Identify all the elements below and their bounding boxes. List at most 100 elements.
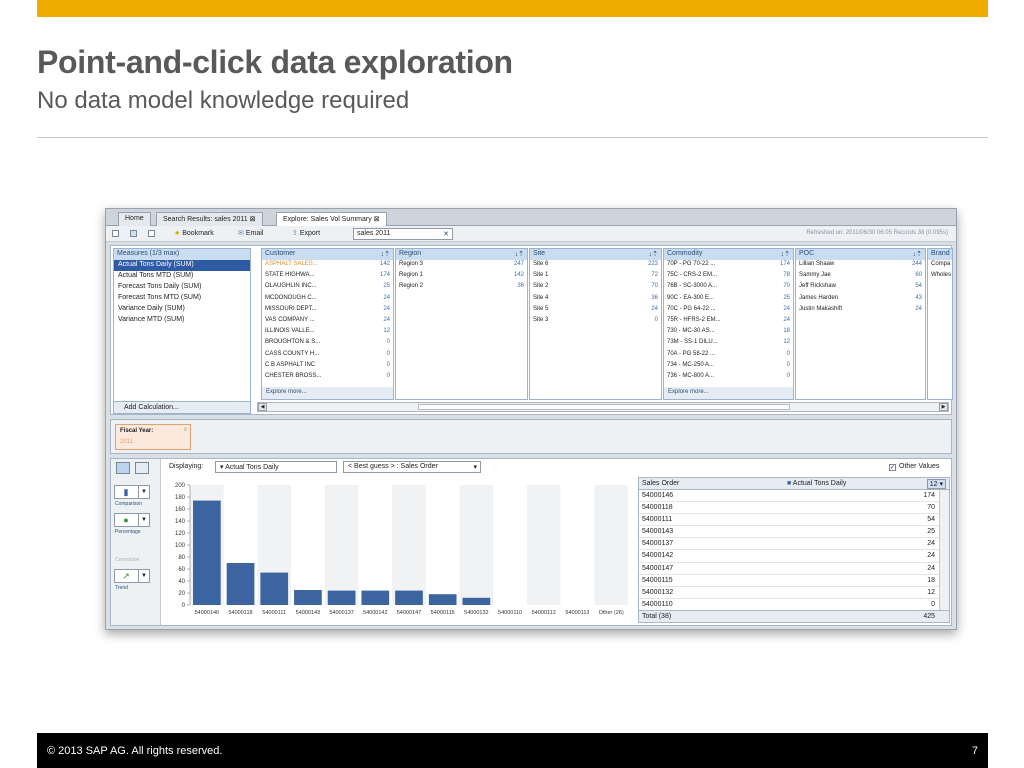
chevron-down-icon[interactable]: ▼ (138, 486, 149, 498)
facet-value[interactable]: Site 3 0 (530, 316, 661, 327)
facet-value[interactable]: Sammy Jae 60 (796, 271, 925, 282)
facet-value[interactable]: 70P - PG 70-22 ... 174 (664, 260, 793, 271)
horizontal-scrollbar[interactable]: ◀ ▶ (257, 402, 949, 412)
tab-home[interactable]: Home (118, 212, 151, 226)
facet-value[interactable]: Region 3 247 (396, 260, 527, 271)
scroll-thumb[interactable] (418, 404, 790, 410)
sort-icon[interactable]: ↓⇡ (781, 250, 790, 258)
table-view-icon[interactable] (135, 462, 149, 474)
facet-value[interactable]: 734 - MC-250 A... 0 (664, 361, 793, 372)
table-row[interactable]: 54000137 24 (639, 538, 949, 551)
sort-icon[interactable]: ↓⇡ (913, 250, 922, 258)
explore-more-link[interactable]: Explore more... (262, 387, 393, 399)
measure-item[interactable]: Variance MTD (SUM) (114, 315, 250, 326)
percentage-button[interactable]: ● ▼ (114, 513, 150, 527)
fiscal-year-filter[interactable]: Fiscal Year: 2011 x (115, 424, 191, 450)
facet-value[interactable]: 730 - MC-30 AS... 18 (664, 327, 793, 338)
facet-value[interactable]: Wholes (928, 271, 952, 282)
facet-value[interactable]: Site 1 72 (530, 271, 661, 282)
scroll-right-icon[interactable]: ▶ (939, 403, 948, 411)
scroll-left-icon[interactable]: ◀ (258, 403, 267, 411)
checkbox-icon[interactable]: ✓ (889, 464, 896, 471)
facet-value[interactable]: 75R - HFRS-2 EM... 24 (664, 316, 793, 327)
measure-item[interactable]: Forecast Tons MTD (SUM) (114, 293, 250, 304)
table-row[interactable]: 54000142 24 (639, 550, 949, 563)
facet-value[interactable]: CHESTER BROSS... 0 (262, 372, 393, 383)
vertical-scrollbar[interactable] (939, 490, 949, 610)
measure-item[interactable]: Actual Tons Daily (SUM) (114, 260, 250, 271)
table-row[interactable]: 54000115 18 (639, 575, 949, 587)
comparison-button[interactable]: ▮ ▼ (114, 485, 150, 499)
facet-value[interactable]: 70A - PG 58-22 ... 0 (664, 350, 793, 361)
chevron-down-icon[interactable]: ▼ (138, 570, 149, 582)
table-row[interactable]: 54000118 70 (639, 502, 949, 515)
facet-value[interactable]: 90C - EA-300 E... 25 (664, 294, 793, 305)
facet-value[interactable]: STATE HIGHWA... 174 (262, 271, 393, 282)
email-button[interactable]: ✉ Email (238, 229, 263, 237)
table-row[interactable]: 54000111 54 (639, 514, 949, 527)
chart-view-icon[interactable] (116, 462, 130, 474)
clear-icon[interactable]: ✕ (443, 230, 449, 238)
table-row[interactable]: 54000143 25 (639, 526, 949, 539)
facet-value[interactable]: Site 5 24 (530, 305, 661, 316)
measure-dropdown[interactable]: ▾ Actual Tons Daily (215, 461, 337, 473)
close-icon[interactable]: x (184, 427, 187, 433)
facet-value[interactable]: Region 2 36 (396, 282, 527, 293)
close-icon[interactable]: ⊠ (374, 216, 380, 223)
column-header-sales-order[interactable]: Sales Order (642, 480, 679, 487)
tab-explore[interactable]: Explore: Sales Vol Summary ⊠ (276, 212, 387, 226)
facet-header[interactable]: Region ↓⇡ (396, 249, 527, 260)
measure-item[interactable]: Forecast Tons Daily (SUM) (114, 282, 250, 293)
facet-header[interactable]: Customer ↓⇡ (262, 249, 393, 260)
facet-value[interactable]: Site 6 223 (530, 260, 661, 271)
column-header-actual-tons[interactable]: ■ Actual Tons Daily (787, 480, 846, 487)
other-values-checkbox[interactable]: ✓ Other Values (889, 463, 939, 471)
facet-header[interactable]: Brand (928, 249, 952, 260)
facet-value[interactable]: C B ASPHALT INC 0 (262, 361, 393, 372)
facet-value[interactable]: ILLINOIS VALLE... 12 (262, 327, 393, 338)
grid-view-icon[interactable] (130, 230, 137, 237)
table-row[interactable]: 54000146 174 (639, 490, 949, 503)
trend-button[interactable]: ↗ ▼ (114, 569, 150, 583)
list-view-icon[interactable] (148, 230, 155, 237)
facet-header[interactable]: Commodity ↓⇡ (664, 249, 793, 260)
view-toggle-icon[interactable] (112, 230, 119, 237)
sort-icon[interactable]: ↓⇡ (649, 250, 658, 258)
dimension-dropdown[interactable]: < Best guess > : Sales Order ▾ (343, 461, 481, 473)
sort-icon[interactable]: ↓⇡ (381, 250, 390, 258)
facet-value[interactable]: Compa (928, 260, 952, 271)
sort-dropdown[interactable]: 12 ▾ (926, 479, 946, 489)
facet-value[interactable]: 73M - SS-1 DILU... 12 (664, 338, 793, 349)
facet-value[interactable]: BROUGHTON & S... 0 (262, 338, 393, 349)
close-icon[interactable]: ⊠ (250, 216, 256, 223)
facet-value[interactable]: OLAUGHLIN INC... 25 (262, 282, 393, 293)
export-button[interactable]: ⇪ Export (292, 229, 320, 237)
bookmark-button[interactable]: ★ Bookmark (174, 229, 214, 237)
sort-icon[interactable]: ↓⇡ (515, 250, 524, 258)
table-row[interactable]: 54000132 12 (639, 587, 949, 599)
facet-value[interactable]: 75C - CRS-2 EM... 78 (664, 271, 793, 282)
facet-value[interactable]: CASS COUNTY H... 0 (262, 350, 393, 361)
add-calculation-button[interactable]: Add Calculation... (114, 401, 250, 413)
facet-value[interactable]: Lillian Shaaw 244 (796, 260, 925, 271)
search-input[interactable]: sales 2011 ✕ (353, 228, 453, 240)
facet-value[interactable]: 76B - SC-3000 A... 70 (664, 282, 793, 293)
facet-header[interactable]: Site ↓⇡ (530, 249, 661, 260)
facet-value[interactable]: Region 1 142 (396, 271, 527, 282)
measure-item[interactable]: Variance Daily (SUM) (114, 304, 250, 315)
facet-value[interactable]: 736 - MC-800 A... 0 (664, 372, 793, 383)
facet-value[interactable]: MISSOURI DEPT... 24 (262, 305, 393, 316)
facet-header[interactable]: POC ↓⇡ (796, 249, 925, 260)
facet-value[interactable]: James Harden 43 (796, 294, 925, 305)
facet-value[interactable]: Site 4 36 (530, 294, 661, 305)
facet-value[interactable]: 70C - PG 64-22 ... 24 (664, 305, 793, 316)
facet-value[interactable]: Jeff Rickshaw 54 (796, 282, 925, 293)
facet-value[interactable]: VAS COMPANY ... 24 (262, 316, 393, 327)
table-row[interactable]: 54000147 24 (639, 563, 949, 575)
chevron-down-icon[interactable]: ▼ (138, 514, 149, 526)
measure-item[interactable]: Actual Tons MTD (SUM) (114, 271, 250, 282)
facet-value[interactable]: MCDONOUGH C... 24 (262, 294, 393, 305)
facet-value[interactable]: Justin Makashift 24 (796, 305, 925, 316)
facet-value[interactable]: Site 2 70 (530, 282, 661, 293)
explore-more-link[interactable]: Explore more... (664, 387, 793, 399)
